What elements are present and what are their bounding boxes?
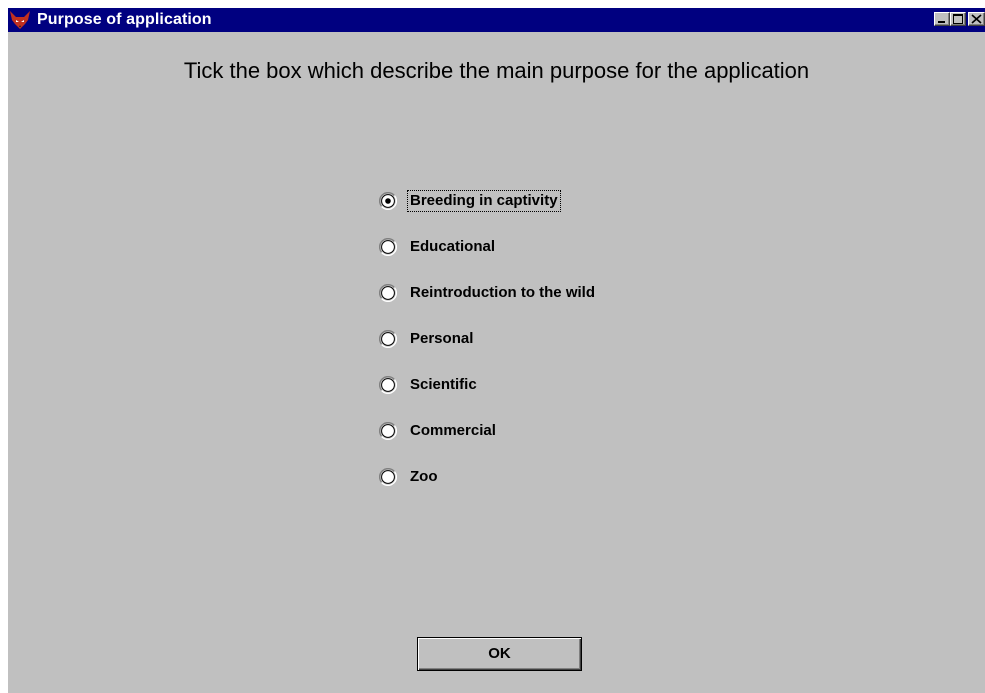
minimize-button[interactable] xyxy=(934,12,950,26)
radio-option-label[interactable]: Educational xyxy=(408,237,497,257)
radio-option-reintroduction-to-the-wild[interactable]: Reintroduction to the wild xyxy=(379,282,679,304)
radio-empty-icon[interactable] xyxy=(379,238,397,256)
radio-option-scientific[interactable]: Scientific xyxy=(379,374,679,396)
radio-option-personal[interactable]: Personal xyxy=(379,328,679,350)
ok-button[interactable]: OK xyxy=(417,637,582,671)
window-title: Purpose of application xyxy=(37,11,212,28)
radio-empty-icon[interactable] xyxy=(379,468,397,486)
title-bar[interactable]: Purpose of application xyxy=(8,8,985,32)
radio-option-commercial[interactable]: Commercial xyxy=(379,420,679,442)
instruction-text: Tick the box which describe the main pur… xyxy=(183,58,810,83)
close-button[interactable] xyxy=(968,12,985,26)
radio-option-label[interactable]: Commercial xyxy=(408,421,498,441)
radio-option-educational[interactable]: Educational xyxy=(379,236,679,258)
radio-empty-icon[interactable] xyxy=(379,422,397,440)
radio-option-label[interactable]: Personal xyxy=(408,329,475,349)
close-icon xyxy=(971,14,982,24)
radio-option-breeding-in-captivity[interactable]: Breeding in captivity xyxy=(379,190,679,212)
radio-empty-icon[interactable] xyxy=(379,330,397,348)
radio-option-label[interactable]: Breeding in captivity xyxy=(407,190,561,212)
radio-option-label[interactable]: Reintroduction to the wild xyxy=(408,283,597,303)
maximize-button[interactable] xyxy=(950,12,966,26)
purpose-dialog: Purpose of application Tick the box whic… xyxy=(8,8,985,693)
radio-option-label[interactable]: Zoo xyxy=(408,467,440,487)
fox-icon xyxy=(10,11,30,29)
radio-option-label[interactable]: Scientific xyxy=(408,375,479,395)
radio-option-zoo[interactable]: Zoo xyxy=(379,466,679,488)
radio-empty-icon[interactable] xyxy=(379,376,397,394)
radio-selected-icon[interactable] xyxy=(379,192,397,210)
radio-empty-icon[interactable] xyxy=(379,284,397,302)
